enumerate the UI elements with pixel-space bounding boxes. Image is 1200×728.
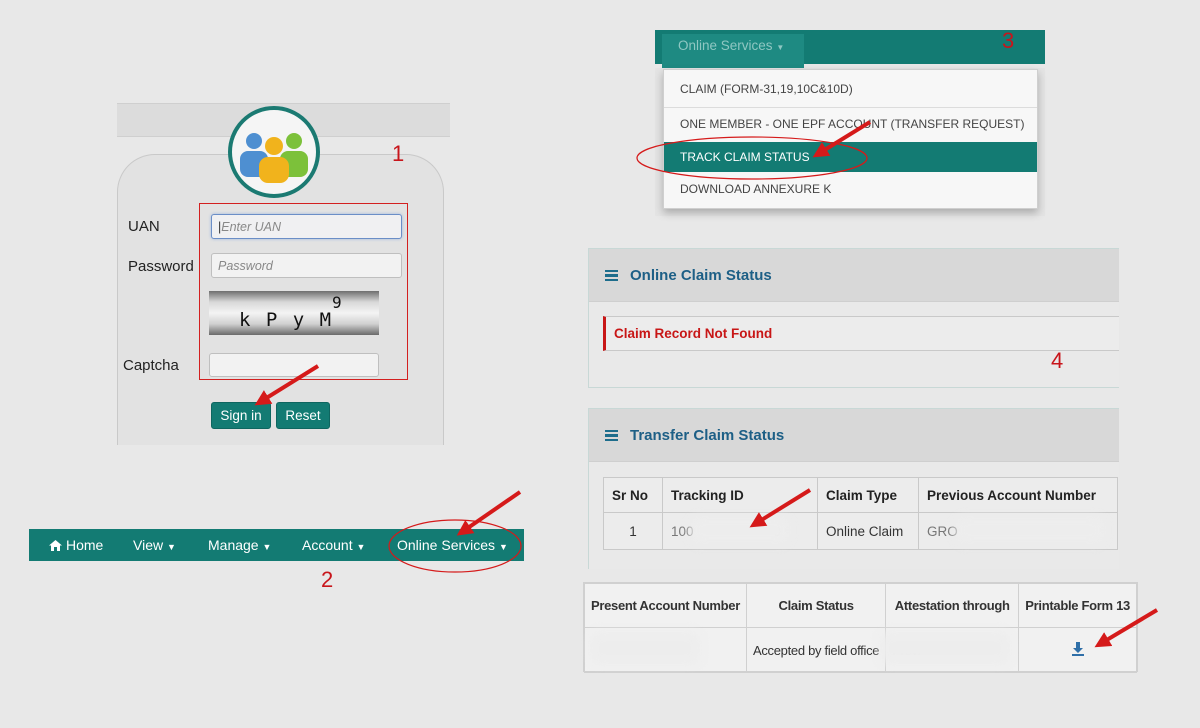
- arrow-to-online-services: [456, 490, 522, 536]
- arrow-to-track-claim: [812, 120, 872, 158]
- arrow-to-sign-in: [254, 364, 320, 406]
- highlight-ellipse-online-services: [388, 519, 522, 573]
- arrow-to-download: [1094, 608, 1159, 648]
- arrow-to-tracking-id: [749, 488, 812, 528]
- annotation-overlay: [254, 120, 1159, 648]
